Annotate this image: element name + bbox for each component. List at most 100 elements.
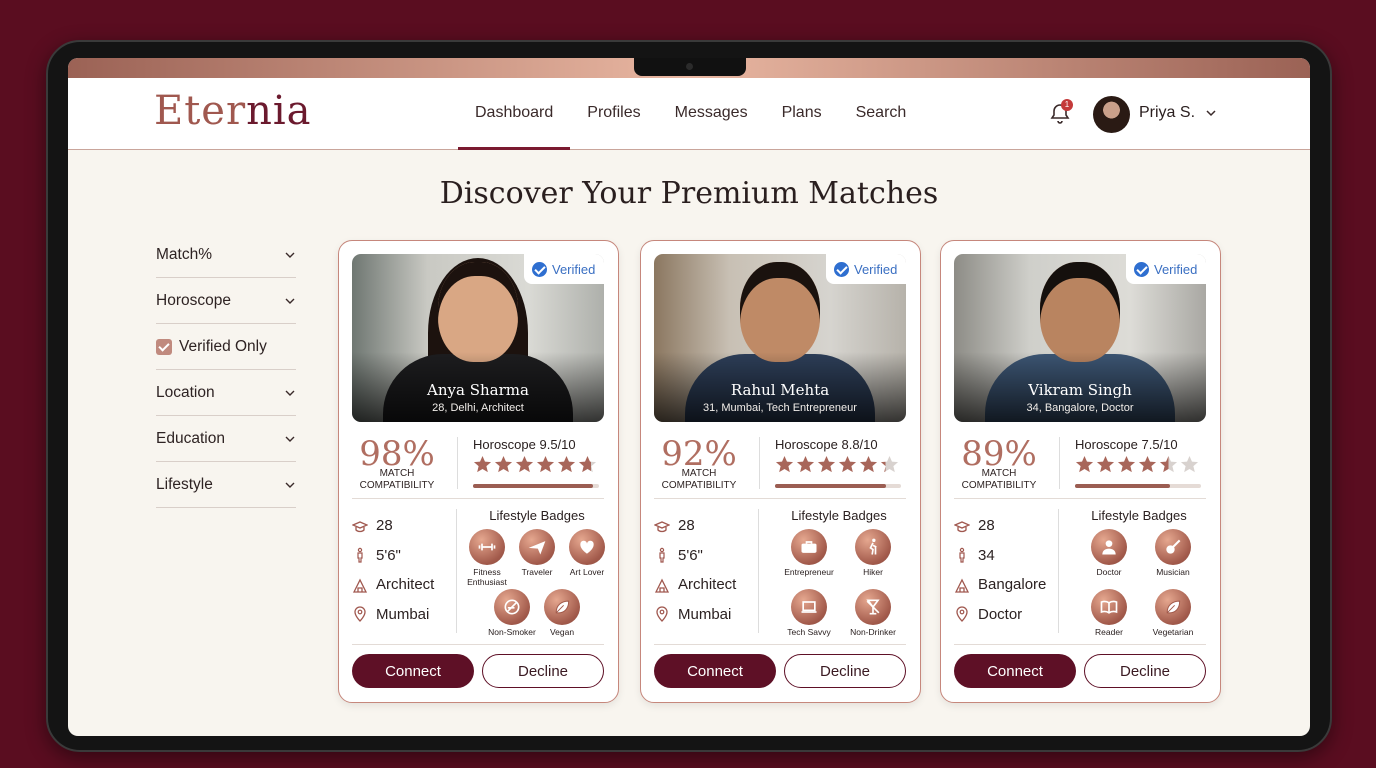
- lifestyle-badge[interactable]: Doctor: [1077, 529, 1141, 587]
- graduation-cap-icon: [352, 521, 368, 532]
- star-icon: [859, 455, 878, 473]
- star-icon: [775, 455, 794, 473]
- laptop-frame: Eternia Dashboard Profiles Messages Plan…: [46, 40, 1332, 752]
- verified-check-icon: [1134, 261, 1149, 277]
- lifestyle-badge[interactable]: Vegan: [537, 589, 587, 647]
- star-icon: [1096, 455, 1115, 473]
- star-icon: [494, 455, 513, 473]
- profile-facts: 28 5'6" Architect Mumbai: [654, 511, 759, 629]
- lifestyle-badge[interactable]: Art Lover: [562, 529, 612, 587]
- decline-button[interactable]: Decline: [784, 654, 906, 688]
- lifestyle-badge[interactable]: Fitness Enthusiast: [462, 529, 512, 587]
- profile-photo[interactable]: Vikram Singh 34, Bangalore, Doctor Verifie…: [954, 254, 1206, 422]
- filter-horoscope[interactable]: Horoscope: [156, 278, 296, 324]
- decline-button[interactable]: Decline: [1084, 654, 1206, 688]
- lifestyle-badges: Fitness Enthusiast Traveler Art Lover Non-S…: [461, 529, 613, 649]
- graduation-cap-icon: [954, 521, 970, 532]
- horoscope-score: Horoscope 8.8/10: [775, 437, 878, 452]
- profile-card[interactable]: Rahul Mehta 31, Mumbai, Tech Entrepreneur…: [640, 240, 921, 703]
- verified-badge: Verified: [524, 254, 604, 284]
- verified-check-icon: [834, 261, 849, 277]
- location-pin-icon: [656, 606, 668, 623]
- location-pin-icon: [956, 606, 968, 623]
- doctor-icon: [1102, 540, 1116, 555]
- nav-messages[interactable]: Messages: [658, 78, 765, 150]
- main-nav: Dashboard Profiles Messages Plans Search: [458, 78, 923, 150]
- laptop-icon: [801, 601, 817, 613]
- filter-verified-only[interactable]: Verified Only: [156, 324, 296, 370]
- lifestyle-badge[interactable]: Tech Savvy: [777, 589, 841, 647]
- star-icon: [880, 455, 899, 473]
- star-icon: [473, 455, 492, 473]
- profile-card[interactable]: Vikram Singh 34, Bangalore, Doctor Verifie…: [940, 240, 1221, 703]
- horoscope-progress: [775, 484, 901, 488]
- lifestyle-badge[interactable]: Vegetarian: [1141, 589, 1205, 647]
- chevron-down-icon: [285, 390, 295, 396]
- filter-lifestyle[interactable]: Lifestyle: [156, 462, 296, 508]
- fact-age: 28: [352, 511, 457, 541]
- horoscope-stars: [473, 455, 599, 474]
- star-icon: [536, 455, 555, 473]
- top-navbar: Eternia Dashboard Profiles Messages Plan…: [68, 78, 1310, 150]
- fact-city: Doctor: [954, 600, 1059, 630]
- lifestyle-badges-title: Lifestyle Badges: [791, 508, 887, 523]
- profile-photo[interactable]: Anya Sharma 28, Delhi, Architect Verified: [352, 254, 604, 422]
- nav-plans[interactable]: Plans: [765, 78, 839, 150]
- camera-notch: [634, 58, 746, 76]
- fact-profession: Architect: [654, 570, 759, 600]
- lifestyle-badge[interactable]: Musician: [1141, 529, 1205, 587]
- filter-match[interactable]: Match%: [156, 232, 296, 278]
- lifestyle-badge[interactable]: Hiker: [841, 529, 905, 587]
- lifestyle-badge[interactable]: Non-Smoker: [487, 589, 537, 647]
- briefcase-icon: [801, 541, 817, 553]
- star-icon: [1159, 455, 1178, 473]
- chevron-down-icon[interactable]: [1206, 108, 1216, 118]
- lifestyle-badges: Doctor Musician Reader Vegetarian: [1075, 529, 1207, 649]
- lifestyle-badge[interactable]: Entrepreneur: [777, 529, 841, 587]
- star-icon: [1117, 455, 1136, 473]
- star-icon: [1075, 455, 1094, 473]
- height-icon: [659, 548, 665, 563]
- lifestyle-badge[interactable]: Non-Drinker: [841, 589, 905, 647]
- star-icon: [796, 455, 815, 473]
- filter-sidebar: Match% Horoscope Verified Only Location …: [156, 232, 296, 508]
- fact-age: 28: [654, 511, 759, 541]
- profile-facts: 28 5'6" Architect Mumbai: [352, 511, 457, 629]
- fact-age: 28: [954, 511, 1059, 541]
- book-icon: [1100, 600, 1118, 614]
- star-icon: [515, 455, 534, 473]
- nav-search[interactable]: Search: [839, 78, 924, 150]
- profile-card[interactable]: Anya Sharma 28, Delhi, Architect Verified 9…: [338, 240, 619, 703]
- guitar-icon: [1166, 539, 1181, 554]
- verified-only-checkbox[interactable]: [156, 338, 172, 355]
- graduation-cap-icon: [654, 521, 670, 532]
- building-icon: [352, 578, 368, 593]
- connect-button[interactable]: Connect: [954, 654, 1076, 688]
- lifestyle-badge[interactable]: Traveler: [512, 529, 562, 587]
- profile-subtitle: 28, Delhi, Architect: [432, 402, 524, 414]
- height-icon: [959, 548, 965, 563]
- profile-name: Rahul Mehta: [730, 381, 830, 399]
- chevron-down-icon: [285, 298, 295, 304]
- chevron-down-icon: [285, 436, 295, 442]
- leaf-icon: [555, 600, 570, 614]
- verified-badge: Verified: [826, 254, 906, 284]
- filter-education[interactable]: Education: [156, 416, 296, 462]
- brand-logo[interactable]: Eternia: [154, 88, 311, 134]
- verified-badge: Verified: [1126, 254, 1206, 284]
- horoscope-progress: [473, 484, 599, 488]
- connect-button[interactable]: Connect: [654, 654, 776, 688]
- profile-photo[interactable]: Rahul Mehta 31, Mumbai, Tech Entrepreneur…: [654, 254, 906, 422]
- decline-button[interactable]: Decline: [482, 654, 604, 688]
- leaf-icon: [1166, 600, 1181, 614]
- nav-profiles[interactable]: Profiles: [570, 78, 657, 150]
- user-name[interactable]: Priya S.: [1139, 104, 1195, 122]
- match-label: MATCH COMPATIBILITY: [359, 468, 435, 491]
- profile-facts: 28 34 Bangalore Doctor: [954, 511, 1059, 629]
- connect-button[interactable]: Connect: [352, 654, 474, 688]
- no-smoking-icon: [504, 599, 520, 615]
- lifestyle-badge[interactable]: Reader: [1077, 589, 1141, 647]
- filter-location[interactable]: Location: [156, 370, 296, 416]
- nav-dashboard[interactable]: Dashboard: [458, 78, 571, 150]
- avatar[interactable]: [1093, 96, 1130, 133]
